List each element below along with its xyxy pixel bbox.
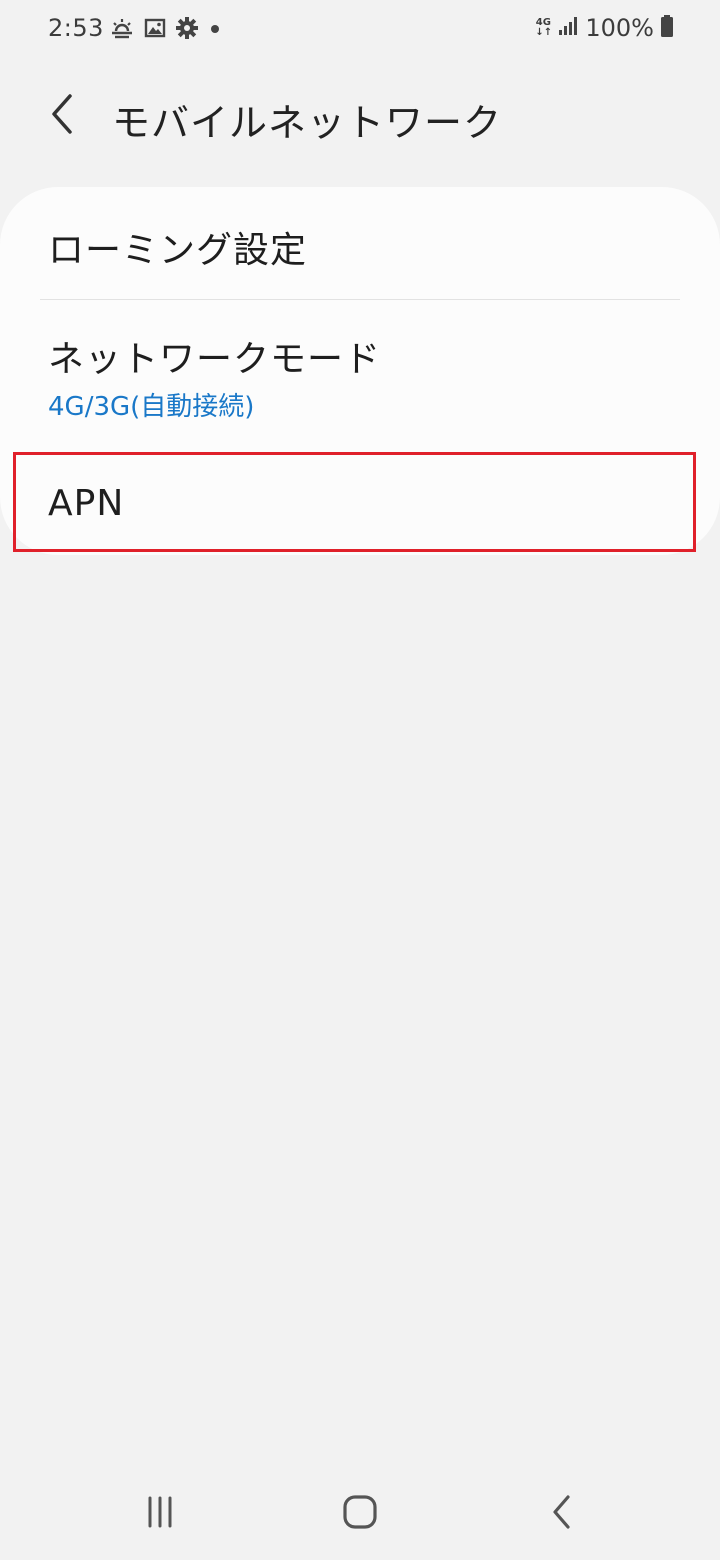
settings-card: ローミング設定 ネットワークモード 4G/3G(自動接続) APN bbox=[0, 187, 720, 555]
signal-icon bbox=[557, 15, 579, 41]
chevron-left-icon bbox=[48, 92, 76, 140]
back-button[interactable] bbox=[40, 92, 84, 140]
network-mode-value: 4G/3G(自動接続) bbox=[48, 392, 255, 422]
image-icon bbox=[144, 17, 166, 43]
weather-icon bbox=[110, 17, 134, 43]
apn-label: APN bbox=[48, 483, 125, 524]
status-notification-icons bbox=[110, 17, 222, 43]
dot-icon bbox=[208, 17, 222, 43]
screen: 2:53 4G ↓↑ 100% モバイルネットワーク ローミング設定 ネットワー… bbox=[0, 0, 720, 1560]
status-time: 2:53 bbox=[48, 14, 104, 42]
nav-back-button[interactable] bbox=[532, 1492, 592, 1536]
network-type-indicator: 4G ↓↑ bbox=[535, 18, 553, 38]
home-button[interactable] bbox=[330, 1492, 390, 1536]
navigation-bar bbox=[0, 1472, 720, 1560]
apn-item[interactable]: APN bbox=[0, 453, 720, 553]
home-icon bbox=[342, 1494, 378, 1534]
roaming-settings-label: ローミング設定 bbox=[48, 230, 308, 271]
network-mode-item[interactable]: ネットワークモード 4G/3G(自動接続) bbox=[0, 300, 720, 450]
settings-icon bbox=[176, 17, 198, 43]
app-bar: モバイルネットワーク bbox=[0, 80, 720, 156]
network-mode-label: ネットワークモード bbox=[48, 339, 382, 380]
back-icon bbox=[550, 1494, 574, 1534]
status-system-icons: 4G ↓↑ 100% bbox=[535, 14, 674, 42]
recent-apps-icon bbox=[144, 1495, 176, 1533]
recent-apps-button[interactable] bbox=[130, 1492, 190, 1536]
roaming-settings-item[interactable]: ローミング設定 bbox=[0, 187, 720, 299]
data-activity-arrows: ↓↑ bbox=[535, 27, 553, 38]
page-title: モバイルネットワーク bbox=[112, 101, 503, 145]
status-bar: 2:53 4G ↓↑ 100% bbox=[0, 0, 720, 60]
battery-icon bbox=[660, 14, 674, 42]
battery-percent: 100% bbox=[585, 14, 654, 42]
